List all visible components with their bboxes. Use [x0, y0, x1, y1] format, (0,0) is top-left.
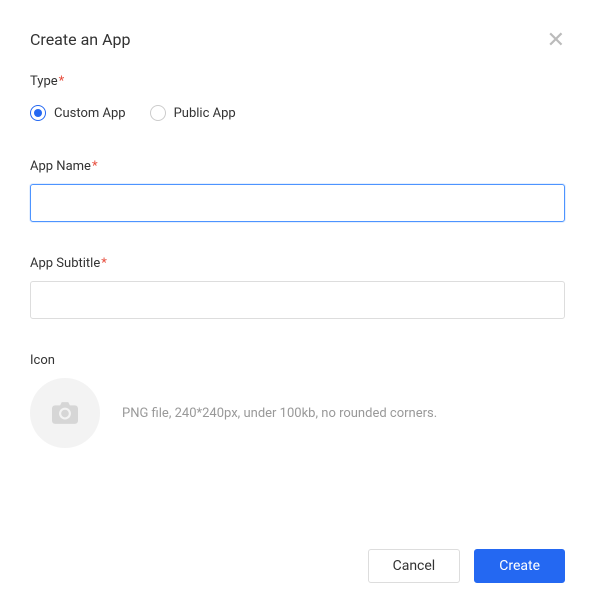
app-subtitle-input[interactable]	[30, 281, 565, 319]
type-radio-group: Custom App Public App	[30, 105, 565, 121]
icon-label: Icon	[30, 353, 565, 368]
radio-public-app[interactable]: Public App	[150, 105, 236, 121]
cancel-button[interactable]: Cancel	[368, 549, 461, 583]
app-name-label: App Name*	[30, 159, 565, 174]
radio-public-label: Public App	[174, 106, 236, 121]
close-icon[interactable]: ✕	[547, 30, 565, 52]
app-name-input[interactable]	[30, 184, 565, 222]
icon-hint-text: PNG file, 240*240px, under 100kb, no rou…	[122, 406, 437, 421]
radio-circle-icon	[150, 105, 166, 121]
radio-circle-icon	[30, 105, 46, 121]
create-button[interactable]: Create	[474, 549, 565, 583]
camera-icon	[52, 402, 78, 424]
app-subtitle-label: App Subtitle*	[30, 256, 565, 271]
dialog-title: Create an App	[30, 30, 130, 49]
type-label: Type*	[30, 74, 565, 89]
icon-upload-button[interactable]	[30, 378, 100, 448]
radio-custom-app[interactable]: Custom App	[30, 105, 126, 121]
radio-custom-label: Custom App	[54, 106, 126, 121]
